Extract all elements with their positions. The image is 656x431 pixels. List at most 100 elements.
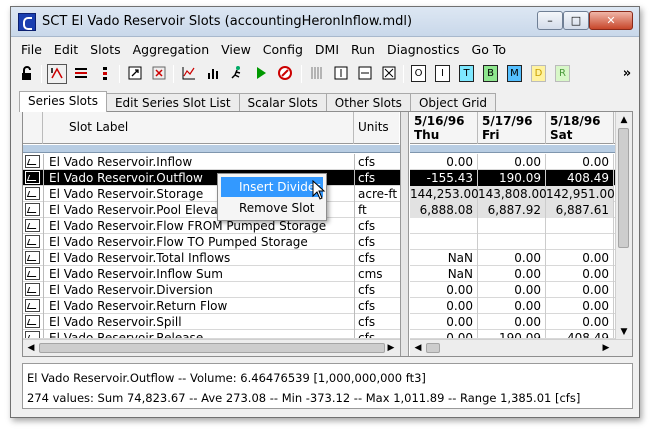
slot-list-icon[interactable] <box>71 64 91 84</box>
lock-icon[interactable] <box>17 64 37 84</box>
table-row[interactable]: El Vado Reservoir.Flow FROM Pumped Stora… <box>23 218 400 234</box>
divider-row[interactable] <box>23 145 400 153</box>
toolbar-overflow-icon[interactable]: » <box>617 64 637 84</box>
menu-aggregation[interactable]: Aggregation <box>127 40 216 59</box>
scroll-thumb[interactable] <box>426 343 440 353</box>
scroll-thumb[interactable] <box>39 343 385 353</box>
close-window-icon[interactable] <box>149 64 169 84</box>
value-cell[interactable]: 0.00 <box>478 266 546 282</box>
menu-file[interactable]: File <box>15 40 48 59</box>
scroll-left-icon[interactable]: ◀ <box>412 343 424 353</box>
scroll-right-icon[interactable]: ▶ <box>385 343 397 353</box>
value-cell[interactable]: 0.00 <box>478 314 546 330</box>
title-bar[interactable]: SCT El Vado Reservoir Slots (accountingH… <box>11 7 639 37</box>
table-row[interactable]: El Vado Reservoir.Diversion cfs <box>23 282 400 298</box>
value-cell[interactable]: 0.00 <box>410 154 478 170</box>
fit-all-icon[interactable] <box>379 64 399 84</box>
date-column-header[interactable]: 5/16/96 Thu <box>410 112 478 144</box>
table-row[interactable]: El Vado Reservoir.Inflow Sum cms <box>23 266 400 282</box>
menu-run[interactable]: Run <box>345 40 381 59</box>
table-row[interactable]: El Vado Reservoir.Release cfs <box>23 330 400 339</box>
tab-scalar-slots[interactable]: Scalar Slots <box>238 93 327 112</box>
dispatch-arrows-icon[interactable] <box>47 64 67 84</box>
menu-edit[interactable]: Edit <box>48 40 84 59</box>
value-cell[interactable]: NaN <box>410 266 478 282</box>
table-row[interactable]: El Vado Reservoir.Inflow cfs <box>23 154 400 170</box>
value-cell[interactable]: 0.00 <box>410 330 478 338</box>
flag-d-button[interactable]: D <box>531 65 546 82</box>
column-list-icon[interactable] <box>95 64 115 84</box>
value-cell[interactable]: 0.00 <box>546 298 614 314</box>
expand-width-icon[interactable] <box>355 64 375 84</box>
menu-diagnostics[interactable]: Diagnostics <box>381 40 466 59</box>
value-cell[interactable]: 0.00 <box>546 282 614 298</box>
table-row[interactable]: El Vado Reservoir.Storage acre-ft <box>23 186 400 202</box>
value-cell[interactable] <box>478 234 546 250</box>
value-cell[interactable] <box>410 234 478 250</box>
table-row[interactable]: El Vado Reservoir.Pool Elevation ft <box>23 202 400 218</box>
value-cell[interactable]: NaN <box>410 250 478 266</box>
vertical-scrollbar[interactable]: ▲ ▼ <box>615 112 632 339</box>
tab-other-slots[interactable]: Other Slots <box>325 93 411 112</box>
flag-i-button[interactable]: I <box>435 65 450 82</box>
value-cell[interactable]: 142,951.00 <box>546 186 615 202</box>
value-cell[interactable]: 0.00 <box>478 250 546 266</box>
menu-config[interactable]: Config <box>257 40 309 59</box>
table-row[interactable]: El Vado Reservoir.Return Flow cfs <box>23 298 400 314</box>
menu-go-to[interactable]: Go To <box>466 40 512 59</box>
value-cell[interactable]: 0.00 <box>546 250 614 266</box>
remove-slot-menu-item[interactable]: Remove Slot <box>221 198 323 218</box>
value-cell[interactable] <box>478 218 546 234</box>
scroll-left-icon[interactable]: ◀ <box>25 343 37 353</box>
close-button[interactable]: ✕ <box>589 11 633 30</box>
scroll-right-icon[interactable]: ▶ <box>600 343 612 353</box>
play-icon[interactable] <box>251 64 271 84</box>
run-person-icon[interactable] <box>227 64 247 84</box>
value-cell[interactable]: 190.09 <box>478 330 546 338</box>
open-window-icon[interactable] <box>125 64 145 84</box>
divider-row[interactable] <box>410 145 615 153</box>
value-cell[interactable] <box>410 218 478 234</box>
value-cell[interactable]: 190.09 <box>478 170 546 186</box>
pane-splitter[interactable] <box>400 112 409 356</box>
menu-dmi[interactable]: DMI <box>309 40 345 59</box>
bar-chart-icon[interactable] <box>203 64 223 84</box>
table-row[interactable]: El Vado Reservoir.Spill cfs <box>23 314 400 330</box>
value-cell[interactable]: 0.00 <box>546 266 614 282</box>
horizontal-scrollbar-left[interactable]: ◀ ▶ <box>23 339 400 356</box>
value-cell[interactable]: 144,253.00 <box>410 186 479 202</box>
value-cell[interactable]: 0.00 <box>410 298 478 314</box>
value-cell[interactable]: -155.43 <box>410 170 478 186</box>
flag-t-button[interactable]: T <box>459 65 474 82</box>
flag-o-button[interactable]: O <box>411 65 426 82</box>
units-header[interactable]: Units <box>355 112 399 144</box>
menu-view[interactable]: View <box>215 40 257 59</box>
flag-m-button[interactable]: M <box>507 65 522 82</box>
table-row-selected[interactable]: El Vado Reservoir.Outflow cfs <box>23 170 400 186</box>
column-width-icon[interactable] <box>307 64 327 84</box>
menu-slots[interactable]: Slots <box>84 40 126 59</box>
value-cell[interactable]: 408.49 <box>546 330 614 338</box>
date-column-header[interactable]: 5/18/96 Sat <box>546 112 614 144</box>
value-cell[interactable]: 0.00 <box>478 298 546 314</box>
minimize-button[interactable]: – <box>537 11 563 30</box>
tab-object-grid[interactable]: Object Grid <box>409 93 497 112</box>
value-cell[interactable]: 0.00 <box>410 282 478 298</box>
flag-b-button[interactable]: B <box>483 65 498 82</box>
value-cell[interactable] <box>546 218 614 234</box>
slot-label-header[interactable]: Slot Label <box>44 112 354 144</box>
value-cell[interactable] <box>546 234 614 250</box>
value-cell[interactable]: 408.49 <box>546 170 614 186</box>
value-cell[interactable]: 6,887.61 <box>546 202 614 218</box>
expand-height-icon[interactable] <box>331 64 351 84</box>
value-cell[interactable]: 0.00 <box>546 314 614 330</box>
horizontal-scrollbar-right[interactable]: ◀ ▶ <box>410 339 632 356</box>
scroll-thumb[interactable] <box>618 128 629 248</box>
flag-r-button[interactable]: R <box>555 65 570 82</box>
date-column-header[interactable]: 5/17/96 Fri <box>478 112 546 144</box>
table-row[interactable]: El Vado Reservoir.Total Inflows cfs <box>23 250 400 266</box>
scroll-up-icon[interactable]: ▲ <box>619 115 629 125</box>
value-cell[interactable]: 0.00 <box>546 154 614 170</box>
value-cell[interactable]: 143,808.00 <box>478 186 547 202</box>
value-cell[interactable]: 6,888.08 <box>410 202 478 218</box>
